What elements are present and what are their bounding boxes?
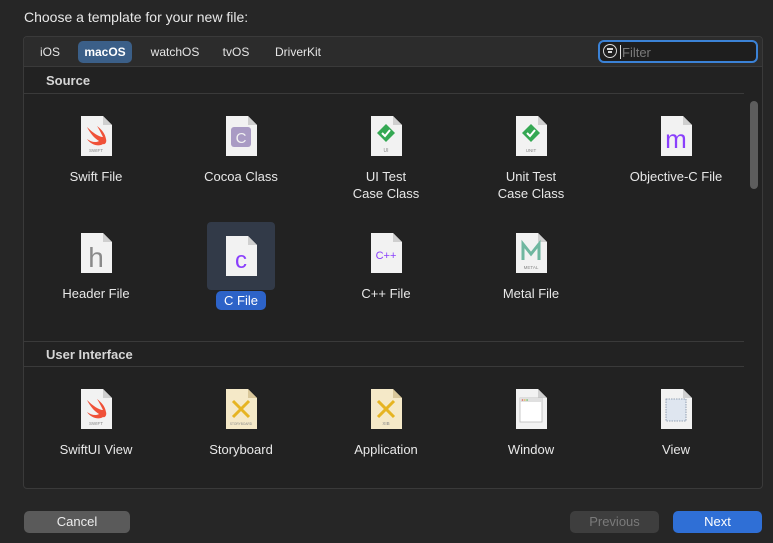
template-c-file[interactable]: c C File <box>181 222 301 332</box>
template-application[interactable]: XIB Application <box>326 381 446 488</box>
template-cpp-file[interactable]: C++ C++ File <box>326 225 446 335</box>
cpp-file-icon: C++ <box>362 229 410 277</box>
view-icon <box>652 385 700 433</box>
template-label: Window <box>507 442 555 457</box>
tab-tvos[interactable]: tvOS <box>216 41 256 63</box>
metal-file-icon: METAL <box>507 229 555 277</box>
svg-text:METAL: METAL <box>524 265 539 270</box>
template-panel: iOS macOS watchOS tvOS DriverKit Source <box>23 36 763 489</box>
template-label: Swift File <box>69 169 123 184</box>
vertical-scrollbar[interactable] <box>750 101 758 189</box>
template-label: View <box>662 442 690 457</box>
template-label: Unit Test Case Class <box>497 169 565 201</box>
template-objective-c-file[interactable]: m Objective-C File <box>616 108 736 218</box>
template-label: Storyboard <box>209 442 273 457</box>
header-file-icon: h <box>72 229 120 277</box>
svg-text:m: m <box>665 124 687 154</box>
previous-button[interactable]: Previous <box>570 511 659 533</box>
section-header-user-interface: User Interface <box>24 341 744 367</box>
dialog-heading: Choose a template for your new file: <box>24 9 249 25</box>
template-swift-file[interactable]: SWIFT Swift File <box>36 108 156 218</box>
filter-icon <box>603 44 617 58</box>
template-label: Cocoa Class <box>204 169 278 184</box>
template-label: Objective-C File <box>629 169 723 184</box>
template-ui-test-case-class[interactable]: UI UI Test Case Class <box>326 108 446 218</box>
template-cocoa-class[interactable]: C Cocoa Class <box>181 108 301 218</box>
svg-text:UNIT: UNIT <box>526 148 537 153</box>
template-view[interactable]: View <box>616 381 736 488</box>
svg-text:SWIFT: SWIFT <box>89 148 103 153</box>
tab-watchos[interactable]: watchOS <box>144 41 206 63</box>
template-label: Header File <box>62 286 130 301</box>
template-grid: Source SWIFT Swift File C Cocoa Class UI… <box>24 68 762 488</box>
template-metal-file[interactable]: METAL Metal File <box>471 225 591 335</box>
template-unit-test-case-class[interactable]: UNIT Unit Test Case Class <box>471 108 591 218</box>
template-swiftui-view[interactable]: SWIFT SwiftUI View <box>36 381 156 488</box>
objective-c-file-icon: m <box>652 112 700 160</box>
application-icon: XIB <box>362 385 410 433</box>
template-window[interactable]: Window <box>471 381 591 488</box>
svg-text:STORYBOARD: STORYBOARD <box>230 422 253 426</box>
tab-macos[interactable]: macOS <box>78 41 132 63</box>
svg-text:c: c <box>235 247 247 274</box>
cancel-button[interactable]: Cancel <box>24 511 130 533</box>
tab-driverkit[interactable]: DriverKit <box>268 41 328 63</box>
unit-test-icon: UNIT <box>507 112 555 160</box>
svg-text:C: C <box>236 130 247 147</box>
template-label: SwiftUI View <box>59 442 133 457</box>
filter-input[interactable] <box>622 43 752 61</box>
template-label: Metal File <box>502 286 560 301</box>
new-file-dialog: Choose a template for your new file: iOS… <box>0 0 773 543</box>
svg-text:C++: C++ <box>376 250 397 262</box>
template-label: C File <box>216 291 266 310</box>
template-header-file[interactable]: h Header File <box>36 225 156 335</box>
svg-text:XIB: XIB <box>382 421 389 426</box>
swiftui-view-icon: SWIFT <box>72 385 120 433</box>
svg-text:h: h <box>88 242 104 273</box>
swift-file-icon: SWIFT <box>72 112 120 160</box>
tab-ios[interactable]: iOS <box>34 41 66 63</box>
template-label: C++ File <box>361 286 411 301</box>
template-label: UI Test Case Class <box>352 169 420 201</box>
c-file-icon: c <box>207 222 275 290</box>
section-header-source: Source <box>24 68 744 94</box>
platform-tab-bar: iOS macOS watchOS tvOS DriverKit <box>24 37 762 67</box>
text-caret <box>620 45 621 59</box>
window-icon <box>507 385 555 433</box>
svg-text:UI: UI <box>384 148 389 154</box>
cocoa-class-icon: C <box>217 112 265 160</box>
template-label: Application <box>354 442 418 457</box>
template-storyboard[interactable]: STORYBOARD Storyboard <box>181 381 301 488</box>
next-button[interactable]: Next <box>673 511 762 533</box>
storyboard-icon: STORYBOARD <box>217 385 265 433</box>
svg-text:SWIFT: SWIFT <box>89 421 103 426</box>
filter-field[interactable] <box>598 40 758 63</box>
ui-test-icon: UI <box>362 112 410 160</box>
